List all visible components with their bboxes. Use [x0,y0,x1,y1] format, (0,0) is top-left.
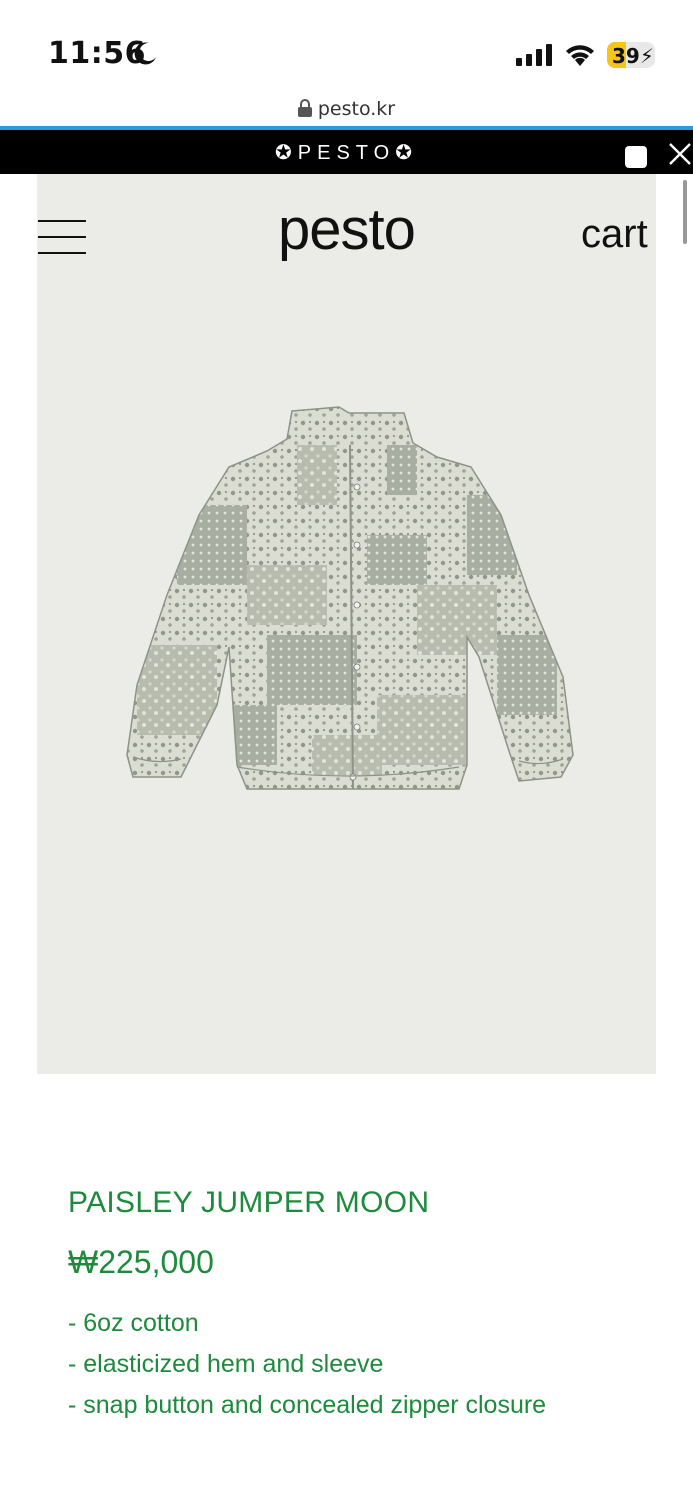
product-price: ₩225,000 [68,1244,214,1280]
cart-link[interactable]: cart [581,212,648,257]
product-name: PAISLEY JUMPER MOON [68,1186,430,1219]
status-bar: 11:56 39⚡ [0,0,693,100]
product-detail-item: - elasticized hem and sleeve [68,1350,384,1378]
close-icon[interactable] [668,142,692,166]
product-details-list: - 6oz cotton - elasticized hem and sleev… [68,1306,546,1429]
checkbox-icon[interactable] [625,146,647,168]
url-text: pesto.kr [317,98,396,120]
product-detail-item: - snap button and concealed zipper closu… [68,1391,547,1419]
product-detail-item: - 6oz cotton [68,1309,199,1337]
address-bar[interactable]: pesto.kr [0,98,693,120]
battery-percent: 39⚡ [612,44,654,68]
moon-icon [134,42,156,65]
lock-icon [297,99,312,117]
cellular-signal-icon [516,44,552,66]
wifi-icon [566,45,594,66]
battery-indicator: 39⚡ [607,42,655,68]
announcement-text: ✪PESTO✪ [275,142,418,164]
battery-value: 39 [612,44,640,68]
charging-bolt-icon: ⚡ [639,44,654,68]
announcement-bar: ✪PESTO✪ [0,130,693,174]
product-image[interactable] [117,405,577,797]
